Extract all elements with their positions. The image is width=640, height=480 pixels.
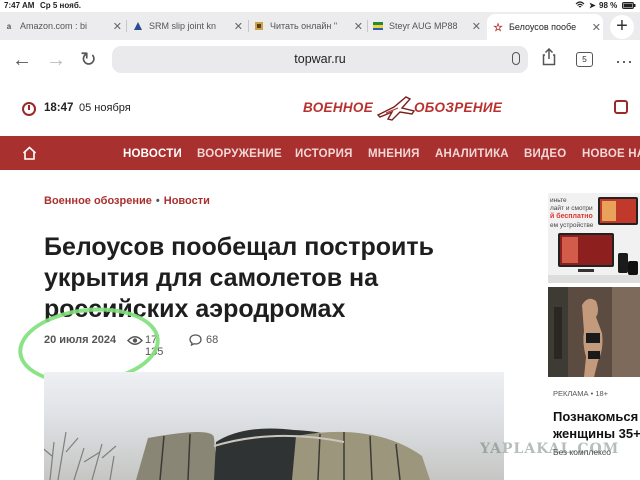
- site-date: 05 ноября: [79, 102, 131, 114]
- new-tab-button[interactable]: +: [610, 15, 634, 39]
- status-time: 7:47 AM: [4, 1, 35, 10]
- menu-item-analytics[interactable]: АНАЛИТИКА: [435, 148, 509, 160]
- home-icon[interactable]: [22, 146, 37, 165]
- tab-amazon[interactable]: a Amazon.com : bi ✕: [4, 16, 124, 36]
- url-text: topwar.ru: [294, 52, 346, 66]
- ad-photo-image: [548, 287, 640, 377]
- book-favicon-icon: [254, 21, 264, 31]
- site-logo[interactable]: ВОЕННОЕ ОБОЗРЕНИЕ: [303, 100, 502, 115]
- status-bar: 7:47 AM Ср 5 нояб. ➤ 98 %: [0, 0, 640, 12]
- reload-icon[interactable]: ↻: [80, 50, 97, 70]
- ad-headline-line-2: женщины 35+: [553, 426, 640, 441]
- ad-headline-line-1: Познакомься: [553, 409, 639, 424]
- login-icon[interactable]: [614, 100, 628, 114]
- star-favicon-icon: ☆: [493, 21, 503, 34]
- browser-toolbar: ← → ↻ topwar.ru 5 ⋯: [0, 40, 640, 82]
- location-icon: ➤: [589, 1, 596, 10]
- breadcrumb: Военное обозрение • Новости: [44, 195, 210, 207]
- triangle-favicon-icon: [133, 21, 143, 31]
- tab-label: Steyr AUG MP88: [389, 21, 458, 31]
- tab-label: Читать онлайн ": [270, 21, 338, 31]
- menu-item-history[interactable]: ИСТОРИЯ: [295, 148, 353, 160]
- site-time: 18:47: [44, 102, 74, 114]
- menu-item-opinions[interactable]: МНЕНИЯ: [368, 148, 420, 160]
- site-header: 18:47 05 ноября ВОЕННОЕ ОБОЗРЕНИЕ: [0, 82, 640, 136]
- address-bar[interactable]: topwar.ru: [112, 46, 528, 73]
- tab-label: Белоусов пообе: [509, 22, 577, 32]
- comment-count[interactable]: 68: [206, 334, 218, 346]
- ad-headline[interactable]: Познакомься женщины 35+: [553, 408, 640, 442]
- clock-icon: [22, 102, 36, 116]
- main-menu: НОВОСТИ ВООРУЖЕНИЕ ИСТОРИЯ МНЕНИЯ АНАЛИТ…: [0, 136, 640, 170]
- more-options-icon[interactable]: ⋯: [615, 52, 634, 73]
- amazon-favicon-icon: a: [6, 21, 12, 31]
- breadcrumb-home[interactable]: Военное обозрение: [44, 195, 152, 207]
- logo-word-2: ОБОЗРЕНИЕ: [414, 100, 503, 115]
- flag-favicon-icon: [373, 21, 383, 31]
- logo-word-1: ВОЕННОЕ: [303, 100, 374, 115]
- breadcrumb-news[interactable]: Новости: [164, 195, 210, 207]
- wifi-icon: [575, 1, 585, 11]
- photo-ad-banner[interactable]: [548, 287, 640, 377]
- comment-icon[interactable]: [189, 334, 202, 349]
- battery-level: 98 %: [599, 1, 618, 10]
- tab-read-online[interactable]: Читать онлайн " ✕: [254, 16, 365, 36]
- tab-steyr[interactable]: Steyr AUG MP88 ✕: [373, 16, 483, 36]
- menu-item-video[interactable]: ВИДЕО: [524, 148, 566, 160]
- close-icon[interactable]: ✕: [234, 20, 243, 33]
- status-date: Ср 5 нояб.: [40, 1, 82, 10]
- tab-belousov-active[interactable]: ☆ Белоусов пообе ✕: [487, 14, 603, 40]
- menu-item-news[interactable]: НОВОСТИ: [123, 148, 182, 160]
- tab-count-button[interactable]: 5: [576, 52, 593, 67]
- ad-label: РЕКЛАМА • 18+: [553, 389, 609, 398]
- tab-label: Amazon.com : bi: [20, 21, 88, 31]
- watermark: YAPLAKAL.COM: [480, 441, 620, 457]
- article-photo: [44, 372, 504, 480]
- close-icon[interactable]: ✕: [472, 20, 481, 33]
- close-icon[interactable]: ✕: [592, 21, 601, 34]
- tv-devices-image: [548, 197, 640, 283]
- back-arrow-icon[interactable]: ←: [12, 50, 32, 70]
- tab-srm[interactable]: SRM slip joint kn ✕: [133, 16, 245, 36]
- close-icon[interactable]: ✕: [113, 20, 122, 33]
- jet-logo-icon: [376, 93, 416, 128]
- tab-bar: a Amazon.com : bi ✕ SRM slip joint kn ✕ …: [0, 12, 640, 40]
- tab-label: SRM slip joint kn: [149, 21, 217, 31]
- menu-item-weapons[interactable]: ВООРУЖЕНИЕ: [197, 148, 282, 160]
- forward-arrow-icon[interactable]: →: [46, 50, 66, 70]
- microphone-icon[interactable]: [512, 52, 520, 65]
- battery-icon: [622, 2, 636, 11]
- streaming-ad-banner[interactable]: иньте лайт и смотри й бесплатно ем устро…: [548, 193, 640, 283]
- menu-item-new[interactable]: НОВОЕ НА: [582, 148, 640, 160]
- close-icon[interactable]: ✕: [354, 20, 363, 33]
- share-icon[interactable]: [542, 47, 556, 70]
